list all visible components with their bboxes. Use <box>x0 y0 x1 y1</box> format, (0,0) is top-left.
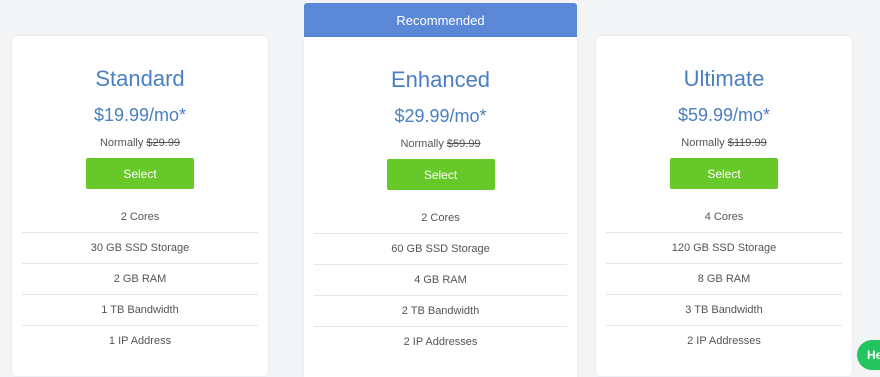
feature-item: 4 Cores <box>606 202 842 233</box>
select-standard-button[interactable]: Select <box>86 158 194 189</box>
feature-item: 4 GB RAM <box>314 265 567 296</box>
plan-normal-price: Normally $59.99 <box>304 138 577 150</box>
feature-item: 8 GB RAM <box>606 264 842 295</box>
plan-name: Ultimate <box>683 66 765 91</box>
feature-item: 2 IP Addresses <box>687 335 761 347</box>
plan-card-standard: Standard $19.99/mo* Normally $29.99 Sele… <box>12 36 268 376</box>
feature-item: 120 GB SSD Storage <box>606 233 842 264</box>
original-price: $59.99 <box>446 138 481 150</box>
feature-item: 60 GB SSD Storage <box>314 234 567 265</box>
feature-list: 4 Cores 120 GB SSD Storage 8 GB RAM 3 TB… <box>606 202 842 356</box>
feature-item: 1 IP Address <box>108 335 172 347</box>
feature-list: 2 Cores 30 GB SSD Storage 2 GB RAM 1 TB … <box>22 202 258 356</box>
feature-item: 2 IP Addresses <box>403 336 478 348</box>
feature-item: 3 TB Bandwidth <box>606 295 842 326</box>
original-price: $119.99 <box>727 137 767 149</box>
feature-item: 1 TB Bandwidth <box>22 295 258 326</box>
normally-label: Normally <box>400 138 444 150</box>
plan-price: $19.99/mo* <box>93 105 187 125</box>
plan-name: Standard <box>95 66 185 91</box>
normally-label: Normally <box>681 137 725 149</box>
plan-normal-price: Normally $119.99 <box>596 137 852 149</box>
feature-item: 2 GB RAM <box>22 264 258 295</box>
plan-card-ultimate: Ultimate $59.99/mo* Normally $119.99 Sel… <box>596 36 852 376</box>
plan-price: $59.99/mo* <box>677 105 771 125</box>
plan-price: $29.99/mo* <box>394 106 487 126</box>
feature-item: 2 TB Bandwidth <box>314 296 567 327</box>
chat-widget-button[interactable]: He <box>857 340 880 370</box>
normally-label: Normally <box>99 137 144 149</box>
feature-item: 2 Cores <box>314 203 567 234</box>
plan-normal-price: Normally $29.99 <box>12 137 268 149</box>
recommended-banner: Recommended <box>304 3 577 37</box>
plan-name: Enhanced <box>390 67 491 92</box>
plan-card-enhanced: Enhanced $29.99/mo* Normally $59.99 Sele… <box>304 37 577 377</box>
feature-item: 30 GB SSD Storage <box>22 233 258 264</box>
feature-item: 2 Cores <box>22 202 258 233</box>
select-enhanced-button[interactable]: Select <box>386 159 495 190</box>
original-price: $29.99 <box>146 137 181 149</box>
feature-list: 2 Cores 60 GB SSD Storage 4 GB RAM 2 TB … <box>314 203 567 357</box>
select-ultimate-button[interactable]: Select <box>670 158 778 189</box>
